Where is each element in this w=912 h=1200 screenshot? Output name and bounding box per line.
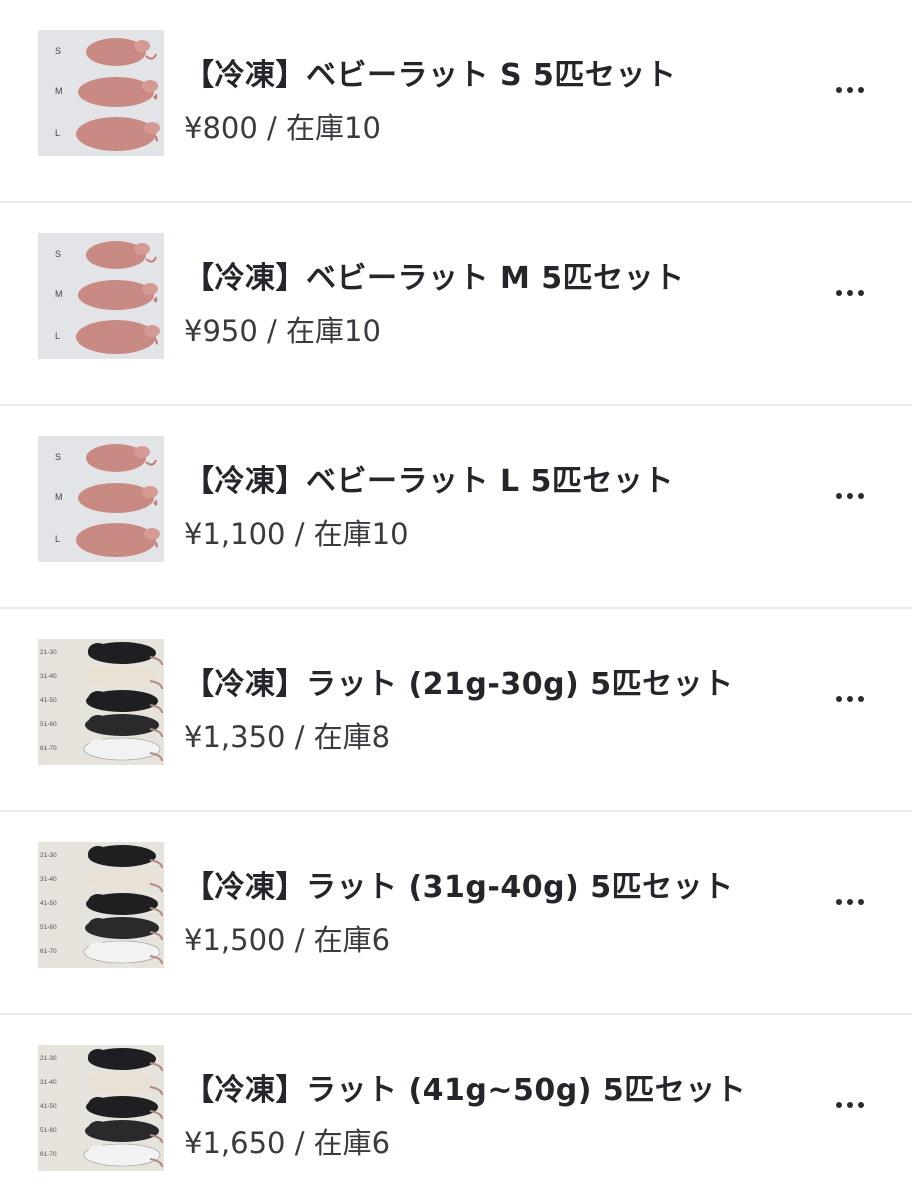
size-label: L	[55, 331, 60, 341]
size-label: M	[55, 289, 63, 299]
more-horizontal-icon	[836, 899, 842, 905]
weight-label: 41-50	[40, 1103, 57, 1110]
more-horizontal-icon	[836, 696, 842, 702]
weight-label: 61-70	[40, 1151, 57, 1158]
product-thumbnail[interactable]: 21-30 31-40 41-50 51-60 61-70	[38, 842, 164, 968]
list-item[interactable]: 21-30 31-40 41-50 51-60 61-70 【冷凍】ラット (21g-3…	[0, 609, 912, 812]
weight-label: 41-50	[40, 900, 57, 907]
more-horizontal-icon	[847, 290, 853, 296]
more-horizontal-icon	[858, 899, 864, 905]
weight-label: 31-40	[40, 876, 57, 883]
product-price-stock: ¥1,650 / 在庫6	[184, 1126, 391, 1160]
product-thumbnail[interactable]: 21-30 31-40 41-50 51-60 61-70	[38, 1045, 164, 1171]
rat-photo: 21-30 31-40 41-50 51-60 61-70	[38, 639, 164, 765]
more-options-button[interactable]	[826, 478, 874, 514]
more-horizontal-icon	[847, 696, 853, 702]
more-horizontal-icon	[858, 1102, 864, 1108]
list-item[interactable]: 21-30 31-40 41-50 51-60 61-70 【冷凍】ラット (41g~5…	[0, 1015, 912, 1200]
more-horizontal-icon	[858, 696, 864, 702]
weight-label: 61-70	[40, 745, 57, 752]
more-options-button[interactable]	[826, 1087, 874, 1123]
size-label: M	[55, 86, 63, 96]
product-title: 【冷凍】ラット (21g-30g) 5匹セット	[184, 667, 734, 702]
weight-label: 31-40	[40, 1079, 57, 1086]
product-title: 【冷凍】ベビーラット M 5匹セット	[184, 261, 685, 296]
product-price-stock: ¥1,350 / 在庫8	[184, 720, 391, 754]
size-label: S	[55, 249, 61, 259]
size-label: S	[55, 452, 61, 462]
product-thumbnail[interactable]: 21-30 31-40 41-50 51-60 61-70	[38, 639, 164, 765]
size-label: L	[55, 534, 60, 544]
more-horizontal-icon	[836, 493, 842, 499]
weight-label: 31-40	[40, 673, 57, 680]
more-horizontal-icon	[847, 899, 853, 905]
rat-photo: 21-30 31-40 41-50 51-60 61-70	[38, 1045, 164, 1171]
rat-photo: S M L	[38, 233, 164, 359]
rat-photo: 21-30 31-40 41-50 51-60 61-70	[38, 842, 164, 968]
product-price-stock: ¥1,500 / 在庫6	[184, 923, 391, 957]
more-options-button[interactable]	[826, 275, 874, 311]
more-horizontal-icon	[836, 87, 842, 93]
product-title: 【冷凍】ベビーラット S 5匹セット	[184, 58, 677, 93]
more-horizontal-icon	[858, 87, 864, 93]
list-item[interactable]: S M L 【冷凍】ベビーラット M 5匹セット ¥950 / 在庫10	[0, 203, 912, 406]
product-thumbnail[interactable]: S M L	[38, 30, 164, 156]
more-horizontal-icon	[847, 493, 853, 499]
product-thumbnail[interactable]: S M L	[38, 436, 164, 562]
weight-label: 41-50	[40, 697, 57, 704]
more-options-button[interactable]	[826, 884, 874, 920]
weight-label: 21-30	[40, 1055, 57, 1062]
product-price-stock: ¥950 / 在庫10	[184, 314, 381, 348]
size-label: L	[55, 128, 60, 138]
list-item[interactable]: 21-30 31-40 41-50 51-60 61-70 【冷凍】ラット (31g-4…	[0, 812, 912, 1015]
list-item[interactable]: S M L 【冷凍】ベビーラット L 5匹セット ¥1,100 / 在庫10	[0, 406, 912, 609]
product-title: 【冷凍】ラット (31g-40g) 5匹セット	[184, 870, 734, 905]
rat-photo: S M L	[38, 30, 164, 156]
more-horizontal-icon	[858, 493, 864, 499]
weight-label: 51-60	[40, 1127, 57, 1134]
weight-label: 21-30	[40, 649, 57, 656]
size-label: S	[55, 46, 61, 56]
product-title: 【冷凍】ベビーラット L 5匹セット	[184, 464, 674, 499]
list-item[interactable]: S M L 【冷凍】ベビーラット S 5匹セット ¥800 / 在庫10	[0, 0, 912, 203]
rat-photo: S M L	[38, 436, 164, 562]
product-list: S M L 【冷凍】ベビーラット S 5匹セット ¥800 / 在庫10 S M L 【…	[0, 0, 912, 1200]
more-horizontal-icon	[847, 87, 853, 93]
product-thumbnail[interactable]: S M L	[38, 233, 164, 359]
more-options-button[interactable]	[826, 72, 874, 108]
more-horizontal-icon	[858, 290, 864, 296]
weight-label: 61-70	[40, 948, 57, 955]
more-horizontal-icon	[836, 1102, 842, 1108]
product-price-stock: ¥1,100 / 在庫10	[184, 517, 409, 551]
more-horizontal-icon	[847, 1102, 853, 1108]
weight-label: 51-60	[40, 721, 57, 728]
more-options-button[interactable]	[826, 681, 874, 717]
weight-label: 51-60	[40, 924, 57, 931]
product-title: 【冷凍】ラット (41g~50g) 5匹セット	[184, 1073, 747, 1108]
more-horizontal-icon	[836, 290, 842, 296]
size-label: M	[55, 492, 63, 502]
weight-label: 21-30	[40, 852, 57, 859]
product-price-stock: ¥800 / 在庫10	[184, 111, 381, 145]
